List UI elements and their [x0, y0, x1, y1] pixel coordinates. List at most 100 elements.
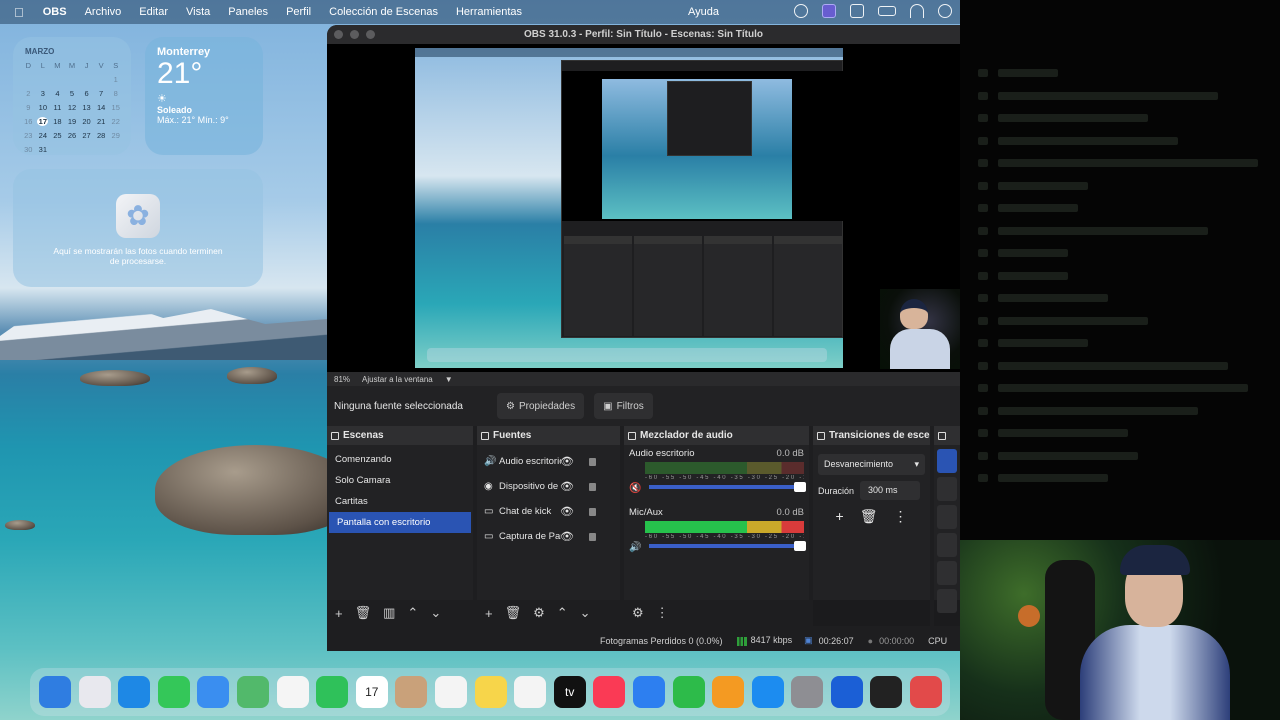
mail-icon[interactable] — [197, 676, 230, 708]
source-item[interactable]: ▭ Captura de Pantalla👁 — [477, 524, 620, 549]
maps-icon[interactable] — [236, 676, 269, 708]
lock-icon[interactable] — [589, 482, 596, 491]
mixer-menu-icon[interactable]: ⋮ — [656, 605, 669, 621]
scene-item[interactable]: Cartitas — [327, 491, 473, 512]
menu-paneles[interactable]: Paneles — [219, 6, 277, 18]
source-properties-button[interactable]: ⚙ — [533, 605, 545, 621]
menu-app-name[interactable]: OBS — [34, 6, 76, 18]
add-scene-button[interactable]: + — [335, 606, 343, 621]
obs-icon[interactable] — [870, 676, 903, 708]
chat-badge — [978, 429, 988, 438]
visibility-eye-icon[interactable]: 👁 — [560, 480, 574, 493]
add-source-button[interactable]: + — [485, 606, 493, 621]
control-center-icon[interactable] — [938, 4, 952, 18]
dock-float-icon[interactable] — [817, 431, 825, 440]
volume-slider[interactable] — [649, 541, 806, 551]
visibility-eye-icon[interactable]: 👁 — [560, 455, 574, 468]
muted-speaker-icon[interactable]: 🔇 — [629, 483, 641, 494]
menu-coleccion-escenas[interactable]: Colección de Escenas — [320, 6, 447, 18]
safari-icon[interactable] — [118, 676, 151, 708]
freeform-icon[interactable] — [514, 676, 547, 708]
appletv-icon[interactable]: tv — [553, 676, 586, 708]
move-up-button[interactable]: ⌃ — [557, 605, 568, 621]
tray-shield-icon[interactable] — [794, 4, 808, 18]
dock-float-icon[interactable] — [481, 431, 489, 440]
messages-icon[interactable] — [157, 676, 190, 708]
chevron-down-icon[interactable]: ▼ — [445, 375, 453, 384]
scene-item[interactable]: Solo Camara — [327, 470, 473, 491]
battery-icon[interactable] — [878, 6, 896, 16]
calendar-widget[interactable]: MARZO D L M M J V S 1 2 3 4 5 6 7 8 9 10 11 12 13 14 15 16 17 18… — [13, 37, 131, 155]
dock-float-icon[interactable] — [938, 431, 946, 440]
teamviewer-icon[interactable] — [830, 676, 863, 708]
transition-menu-icon[interactable]: ⋮ — [893, 508, 907, 525]
weather-widget[interactable]: Monterrey 21° ☀ Soleado Máx.: 21° Mín.: … — [145, 37, 263, 155]
add-transition-button[interactable]: + — [836, 508, 844, 525]
menu-ayuda[interactable]: Ayuda — [679, 6, 728, 18]
transition-select[interactable]: Desvanecimiento — [818, 454, 925, 475]
lock-icon[interactable] — [589, 507, 596, 516]
scene-item[interactable]: Pantalla con escritorio — [329, 512, 471, 533]
menu-herramientas[interactable]: Herramientas — [447, 6, 531, 18]
calendar-icon[interactable]: 17 — [355, 676, 388, 708]
appstore-icon[interactable] — [751, 676, 784, 708]
speaker-icon[interactable]: 🔊 — [629, 542, 641, 553]
move-down-button[interactable]: ⌄ — [580, 605, 591, 621]
wifi-icon[interactable] — [910, 4, 924, 18]
lock-icon[interactable] — [589, 532, 596, 541]
source-item[interactable]: ◉ Dispositivo de captura👁 — [477, 474, 620, 499]
menu-vista[interactable]: Vista — [177, 6, 219, 18]
photos-icon[interactable] — [276, 676, 309, 708]
notes-icon[interactable] — [474, 676, 507, 708]
obs-titlebar[interactable]: OBS 31.0.3 - Perfil: Sin Título - Escena… — [327, 25, 960, 44]
contacts-icon[interactable] — [395, 676, 428, 708]
finder-icon[interactable] — [39, 676, 71, 708]
settings-icon[interactable] — [791, 676, 824, 708]
pages-icon[interactable] — [712, 676, 745, 708]
scene-filters-button[interactable]: ▥ — [383, 605, 395, 621]
preview-fit[interactable]: Ajustar a la ventana — [362, 375, 433, 384]
remove-transition-button[interactable]: 🗑 — [860, 508, 878, 525]
keynote-icon[interactable] — [632, 676, 665, 708]
start-recording-button[interactable] — [937, 477, 957, 501]
launchpad-icon[interactable] — [78, 676, 111, 708]
source-item[interactable]: ▭ Chat de kick 👁 — [477, 499, 620, 524]
photos-widget[interactable]: ✿ Aquí se mostrarán las fotos cuando ter… — [13, 169, 263, 287]
studio-mode-button[interactable] — [937, 533, 957, 557]
tray-camera-icon[interactable] — [850, 4, 864, 18]
chat-badge — [978, 69, 988, 78]
advanced-audio-icon[interactable]: ⚙ — [632, 605, 644, 621]
exit-button[interactable] — [937, 589, 957, 613]
scene-item[interactable]: Comenzando — [327, 449, 473, 470]
move-down-button[interactable]: ⌄ — [430, 605, 441, 621]
tray-screen-record-icon[interactable] — [822, 4, 836, 18]
duration-input[interactable]: 300 ms — [860, 481, 921, 500]
remove-source-button[interactable]: 🗑 — [505, 605, 522, 621]
move-up-button[interactable]: ⌃ — [407, 605, 418, 621]
filters-button[interactable]: ▣ Filtros — [594, 393, 653, 419]
start-streaming-button[interactable] — [937, 449, 957, 473]
volume-slider[interactable] — [649, 482, 806, 492]
visibility-eye-icon[interactable]: 👁 — [560, 505, 574, 518]
facetime-icon[interactable] — [316, 676, 349, 708]
menu-perfil[interactable]: Perfil — [277, 6, 320, 18]
dock-float-icon[interactable] — [628, 431, 636, 440]
preview-zoom[interactable]: 81% — [334, 375, 350, 384]
settings-button[interactable] — [937, 561, 957, 585]
dock-float-icon[interactable] — [331, 431, 339, 440]
menu-archivo[interactable]: Archivo — [76, 6, 131, 18]
apple-menu-icon[interactable]:  — [0, 5, 34, 20]
music-icon[interactable] — [593, 676, 626, 708]
visibility-eye-icon[interactable]: 👁 — [560, 530, 574, 543]
menu-editar[interactable]: Editar — [130, 6, 177, 18]
virtual-camera-button[interactable] — [937, 505, 957, 529]
preview-canvas[interactable] — [327, 44, 960, 372]
lock-icon[interactable] — [589, 457, 596, 466]
source-item[interactable]: 🔊 Audio escritorio 👁 — [477, 449, 620, 474]
reminders-icon[interactable] — [434, 676, 467, 708]
properties-button[interactable]: ⚙ Propiedades — [496, 393, 585, 419]
spark-mail-icon[interactable] — [910, 676, 943, 708]
remove-scene-button[interactable]: 🗑 — [355, 605, 372, 621]
numbers-icon[interactable] — [672, 676, 705, 708]
calendar-day — [79, 75, 94, 84]
